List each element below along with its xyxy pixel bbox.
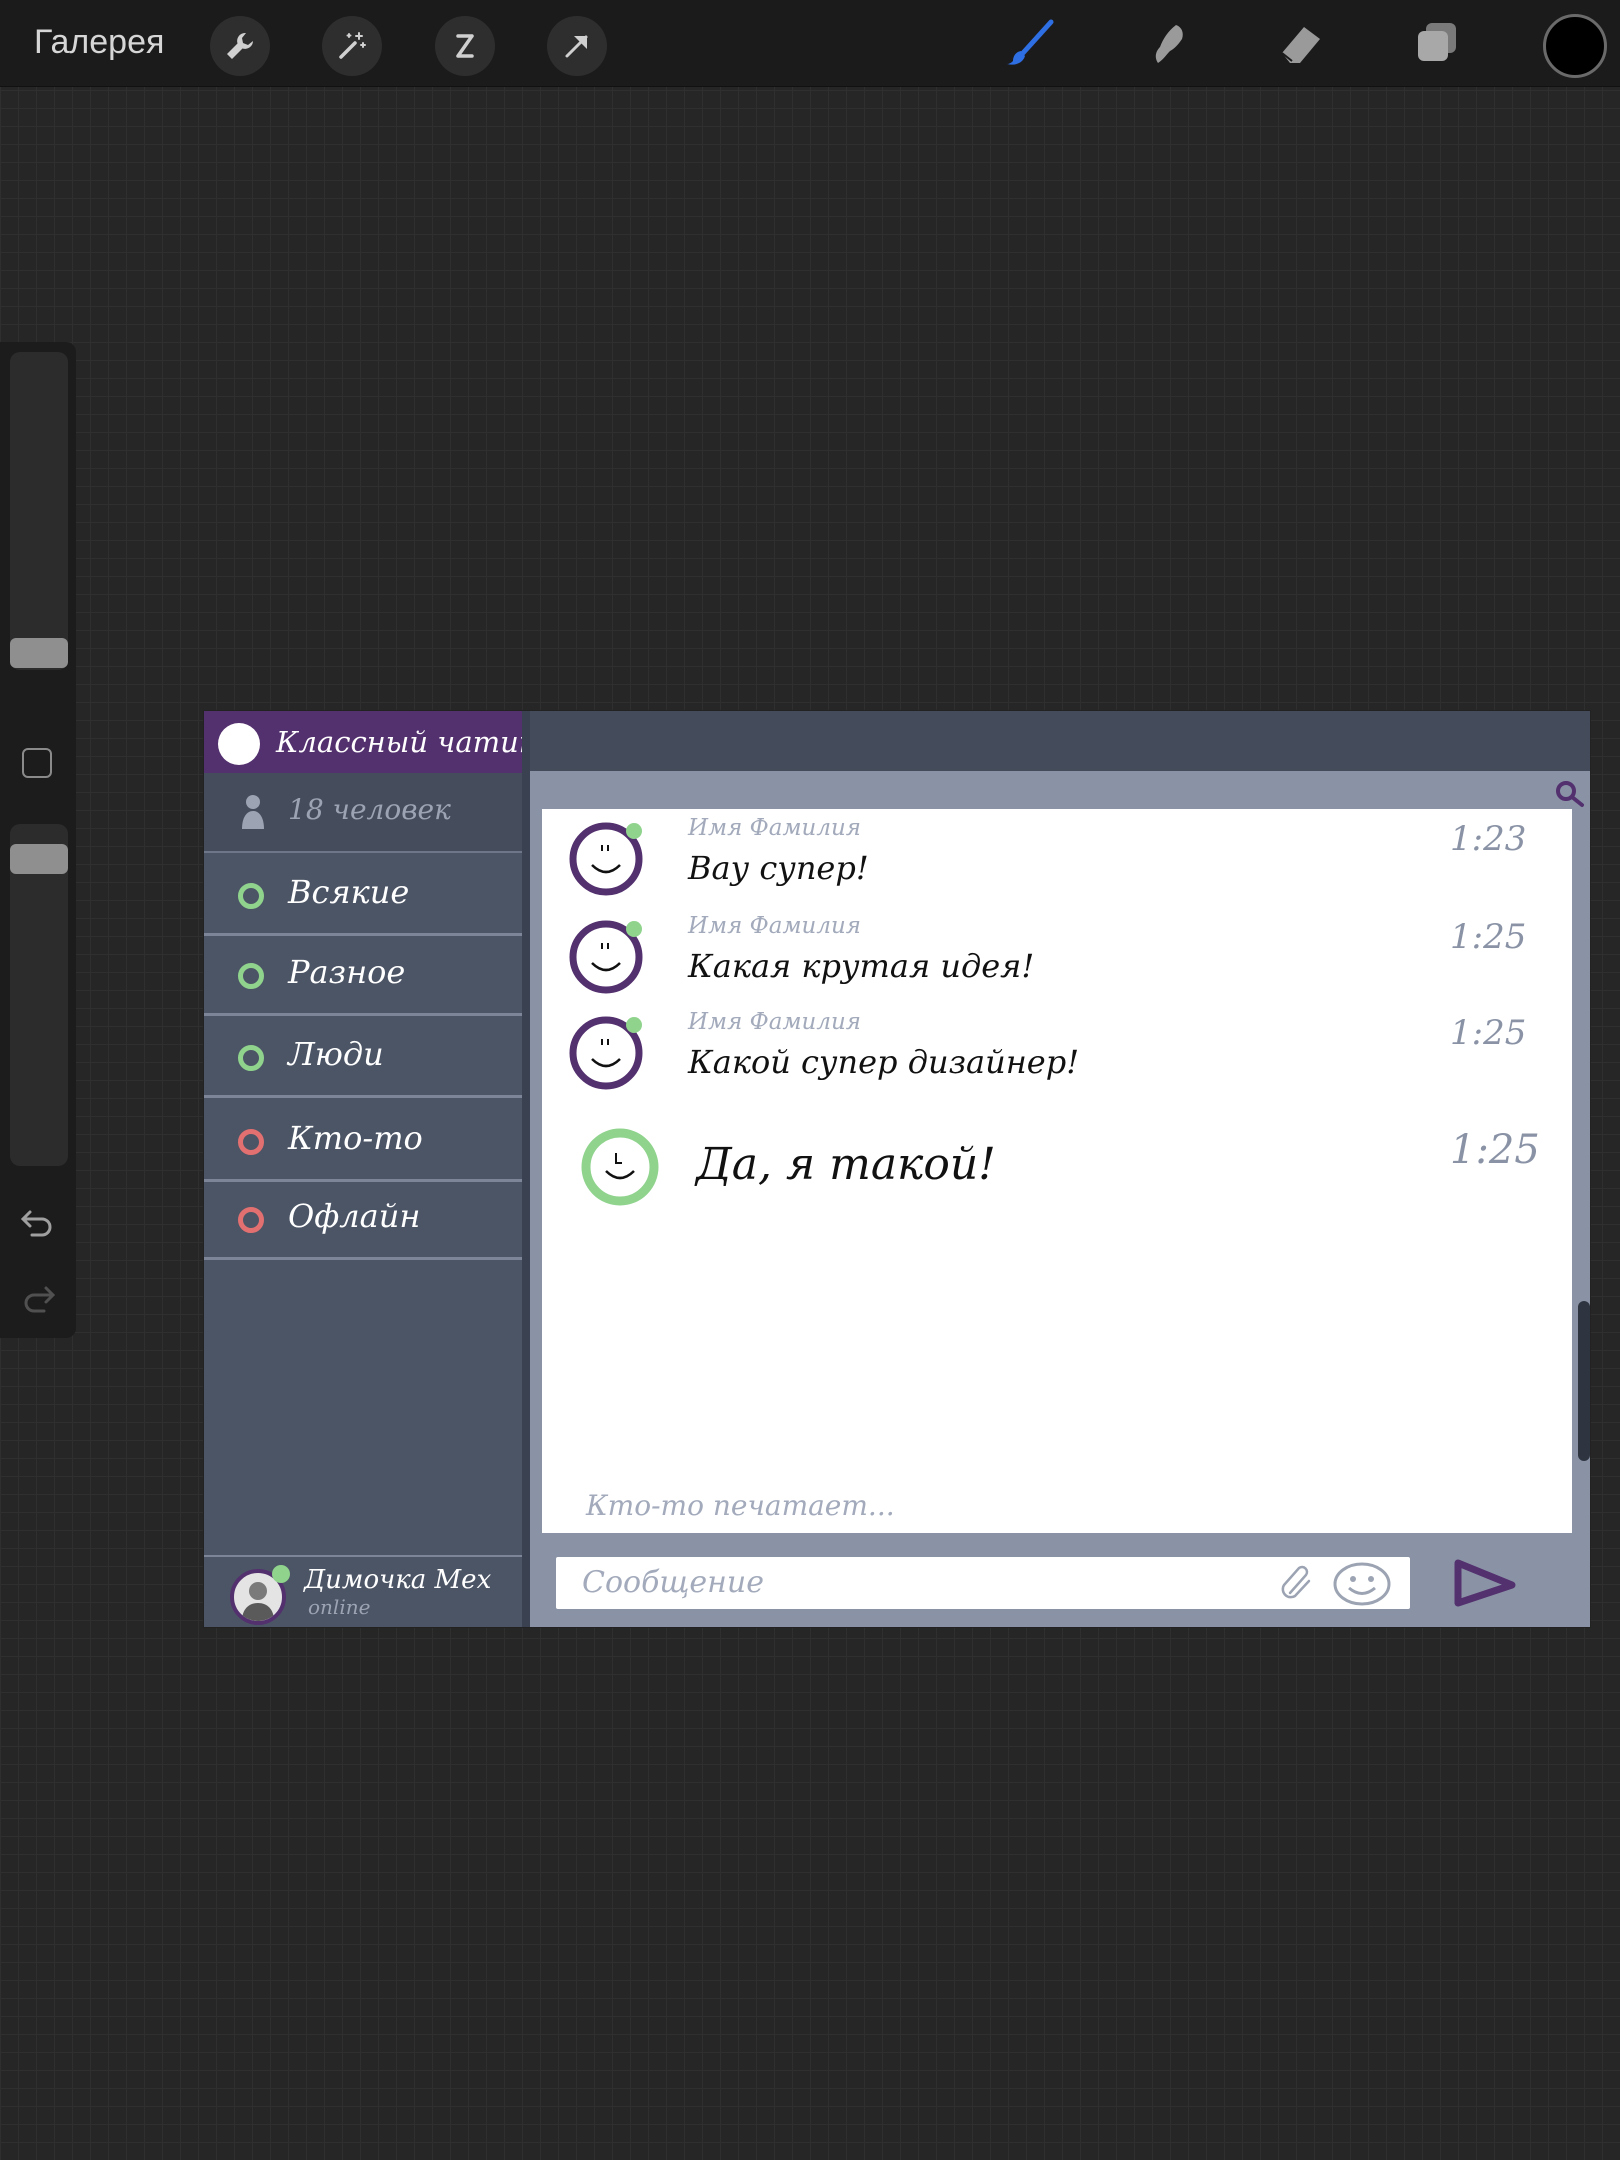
opacity-handle[interactable] — [10, 844, 68, 874]
channel-label: Разное — [288, 953, 406, 991]
wrench-icon[interactable] — [210, 16, 270, 76]
offline-status-icon — [238, 1129, 264, 1155]
message-item: Да, я такой! 1:25 — [542, 1107, 1572, 1206]
chat-logo — [218, 723, 260, 765]
message-item: Имя Фамилия Какая крутая идея! 1:25 — [542, 913, 1572, 1003]
selection-icon[interactable] — [435, 16, 495, 76]
opacity-slider[interactable] — [10, 824, 68, 1166]
avatar[interactable] — [568, 1011, 648, 1091]
members-count[interactable]: 18 человек — [204, 773, 522, 853]
members-count-label: 18 человек — [288, 793, 451, 826]
main-header — [522, 711, 1590, 771]
channel-label: Люди — [288, 1035, 384, 1073]
layers-icon[interactable] — [1405, 14, 1469, 74]
channel-label: Офлайн — [288, 1197, 421, 1235]
brush-size-slider[interactable] — [10, 352, 68, 670]
chat-title: Классный чатик — [276, 725, 537, 759]
transform-arrow-icon[interactable] — [547, 16, 607, 76]
message-time: 1:25 — [1450, 917, 1527, 957]
online-status-icon — [238, 883, 264, 909]
message-author: Имя Фамилия — [688, 815, 862, 841]
channel-label: Всякие — [288, 873, 410, 911]
channel-item[interactable]: Разное — [204, 933, 522, 1016]
message-input-placeholder: Сообщение — [582, 1565, 765, 1600]
channel-item[interactable]: Всякие — [204, 853, 522, 936]
sidebar — [0, 342, 76, 1338]
message-item: Имя Фамилия Вау супер! 1:23 — [542, 815, 1572, 905]
send-icon[interactable] — [1450, 1555, 1520, 1611]
message-list: Имя Фамилия Вау супер! 1:23 Имя Фамилия Кака… — [542, 809, 1572, 1533]
chat-main: Имя Фамилия Вау супер! 1:23 Имя Фамилия Кака… — [522, 771, 1590, 1627]
message-time: 1:25 — [1450, 1013, 1527, 1053]
message-input[interactable]: Сообщение — [556, 1557, 1410, 1609]
channel-item[interactable]: Кто-то — [204, 1099, 522, 1182]
drawing-canvas[interactable]: Классный чатик 18 человек Всякие Разное Лю… — [203, 710, 1591, 1628]
message-author: Имя Фамилия — [688, 1009, 862, 1035]
online-status-icon — [238, 1045, 264, 1071]
brush-icon[interactable] — [998, 14, 1062, 74]
channel-item[interactable]: Люди — [204, 1015, 522, 1098]
channel-item[interactable]: Офлайн — [204, 1177, 522, 1260]
message-time: 1:25 — [1450, 1127, 1540, 1173]
current-user-name: Димочка Мех — [304, 1565, 492, 1595]
emoji-icon[interactable] — [1332, 1561, 1392, 1607]
modify-icon[interactable] — [22, 748, 52, 778]
brush-size-handle[interactable] — [10, 638, 68, 668]
message-author: Имя Фамилия — [688, 913, 862, 939]
message-text: Да, я такой! — [696, 1139, 996, 1190]
magic-wand-icon[interactable] — [322, 16, 382, 76]
message-text: Какой супер дизайнер! — [688, 1043, 1080, 1081]
online-status-icon — [238, 963, 264, 989]
chat-header: Классный чатик — [204, 711, 536, 773]
search-icon[interactable] — [1552, 777, 1588, 813]
avatar[interactable] — [568, 915, 648, 995]
gallery-button[interactable]: Галерея — [34, 22, 164, 62]
typing-indicator: Кто-то печатает... — [586, 1489, 895, 1522]
undo-icon[interactable] — [18, 1202, 58, 1242]
message-item: Имя Фамилия Какой супер дизайнер! 1:25 — [542, 1009, 1572, 1099]
message-text: Какая крутая идея! — [688, 947, 1035, 985]
offline-status-icon — [238, 1207, 264, 1233]
channel-panel: 18 человек Всякие Разное Люди Кто-то Офлайн … — [204, 773, 522, 1627]
message-time: 1:23 — [1450, 819, 1527, 859]
color-picker-button[interactable] — [1543, 14, 1607, 78]
scrollbar[interactable] — [1578, 1301, 1590, 1461]
person-icon — [242, 795, 264, 829]
avatar[interactable] — [568, 817, 648, 897]
current-user-status: online — [308, 1595, 371, 1619]
avatar[interactable] — [580, 1127, 660, 1207]
current-user[interactable]: Димочка Мех online — [204, 1555, 522, 1627]
redo-icon[interactable] — [18, 1278, 58, 1318]
eraser-icon[interactable] — [1269, 14, 1333, 74]
smudge-icon[interactable] — [1133, 14, 1197, 74]
online-indicator — [272, 1565, 290, 1583]
message-text: Вау супер! — [688, 849, 869, 887]
channel-label: Кто-то — [288, 1119, 423, 1157]
paperclip-icon[interactable] — [1276, 1563, 1318, 1603]
toolbar: Галерея — [0, 0, 1620, 87]
